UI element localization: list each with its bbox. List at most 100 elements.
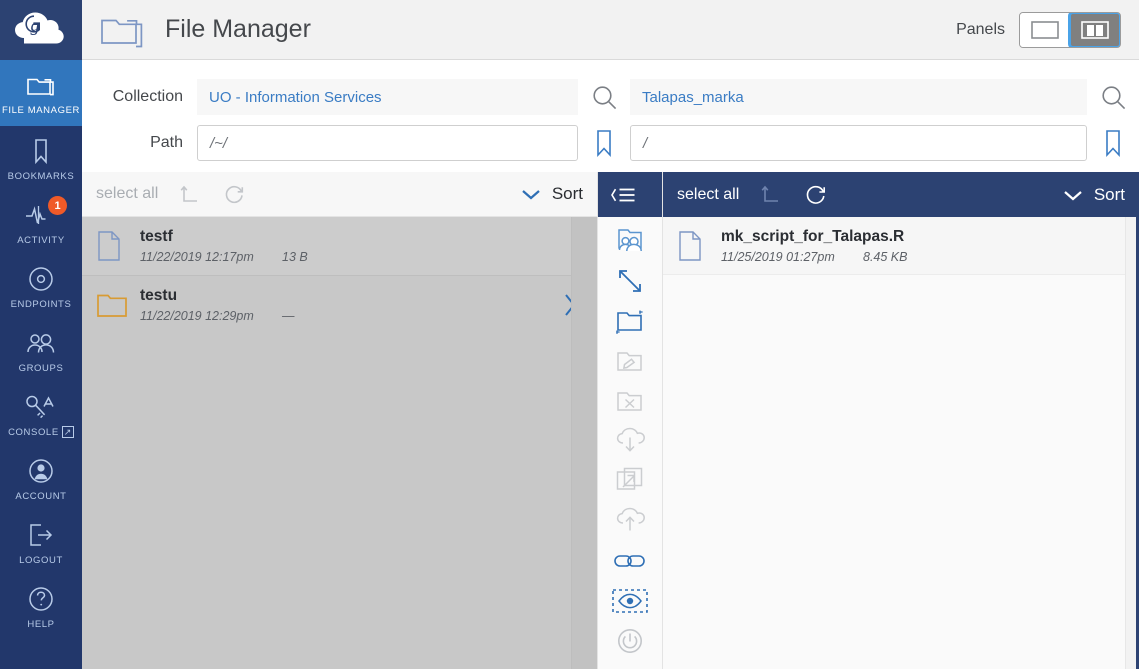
single-panel-icon <box>1031 20 1059 39</box>
left-refresh-icon[interactable] <box>223 183 245 205</box>
right-path-input[interactable]: / <box>630 125 1087 161</box>
path-label: Path <box>150 134 183 151</box>
location-bar: Collection UO - Information Services Pat… <box>82 60 1139 172</box>
brand-logo[interactable]: g <box>0 0 82 60</box>
upload-cloud-icon[interactable] <box>598 501 662 541</box>
activity-badge: 1 <box>48 196 67 215</box>
left-bookmark-icon[interactable] <box>578 128 630 158</box>
left-sort-label: Sort <box>551 184 583 203</box>
table-row[interactable]: testf 11/22/2019 12:17pm 13 B <box>82 217 597 275</box>
file-name: mk_script_for_Talapas.R <box>721 227 905 245</box>
file-name: testf <box>140 228 173 245</box>
link-chain-icon[interactable] <box>598 541 662 581</box>
bookmark-icon <box>30 136 52 166</box>
center-tool-strip <box>597 172 663 669</box>
single-panel-button[interactable] <box>1020 12 1070 47</box>
endpoint-disc-icon <box>27 264 55 294</box>
collection-label: Collection <box>112 88 183 105</box>
console-key-icon <box>24 392 58 422</box>
panel-layout-toggle <box>1019 11 1121 48</box>
file-size: 8.45 KB <box>863 249 908 264</box>
file-icon <box>677 230 721 262</box>
left-location-group: Collection UO - Information Services Pat… <box>82 60 630 172</box>
sidebar-item-activity[interactable]: 1 ACTIVITY <box>0 190 82 254</box>
collapse-list-icon[interactable] <box>598 172 662 217</box>
file-size: 13 B <box>282 250 308 264</box>
chevron-down-icon <box>520 187 542 201</box>
share-folder-icon[interactable] <box>598 221 662 261</box>
panels-label: Panels <box>956 20 1005 38</box>
dual-panel-button[interactable] <box>1068 12 1120 47</box>
chevron-down-icon <box>1062 188 1084 202</box>
right-collection-input[interactable]: Talapas_marka <box>630 79 1087 115</box>
left-collection-row: Collection UO - Information Services <box>97 74 630 120</box>
right-location-group: Talapas_marka / <box>630 60 1139 172</box>
folder-icon <box>96 290 140 320</box>
account-person-icon <box>27 456 55 486</box>
dual-file-panes: select all Sort testf 11/22/2019 12:17pm… <box>82 172 1139 669</box>
right-sort-label: Sort <box>1093 184 1125 204</box>
preview-eye-icon[interactable] <box>598 581 662 621</box>
file-meta: testu 11/22/2019 12:29pm — <box>140 287 559 323</box>
globus-cloud-logo-icon: g <box>15 12 64 44</box>
panels-control: Panels <box>956 11 1121 48</box>
right-search-icon[interactable] <box>1087 84 1139 111</box>
right-up-directory-icon[interactable] <box>761 184 782 205</box>
file-date: 11/22/2019 12:17pm <box>140 250 254 264</box>
page-title: File Manager <box>165 15 311 43</box>
new-folder-icon[interactable] <box>598 301 662 341</box>
sidebar-item-label: ACTIVITY <box>17 235 65 246</box>
rename-folder-icon[interactable] <box>598 341 662 381</box>
file-submeta: 11/25/2019 01:27pm 8.45 KB <box>721 250 1101 264</box>
file-date: 11/25/2019 01:27pm <box>721 249 835 264</box>
left-pane-scrollbar[interactable] <box>571 217 597 669</box>
sidebar-item-groups[interactable]: GROUPS <box>0 318 82 382</box>
table-row[interactable]: mk_script_for_Talapas.R 11/25/2019 01:27… <box>663 217 1139 275</box>
left-up-directory-icon[interactable] <box>180 184 201 205</box>
right-select-all-button[interactable]: select all <box>677 186 739 204</box>
groups-people-icon <box>25 328 57 358</box>
file-meta: testf 11/22/2019 12:17pm 13 B <box>140 228 559 264</box>
sidebar-item-file-manager[interactable]: FILE MANAGER <box>0 60 82 126</box>
right-sort-button[interactable]: Sort <box>1062 185 1125 205</box>
right-file-pane: select all Sort mk_script_for_Talapas.R … <box>663 172 1139 669</box>
right-refresh-icon[interactable] <box>804 183 827 206</box>
sidebar-item-help[interactable]: HELP <box>0 574 82 638</box>
file-submeta: 11/22/2019 12:29pm — <box>140 309 559 323</box>
right-path-row: / <box>630 120 1139 166</box>
file-submeta: 11/22/2019 12:17pm 13 B <box>140 250 559 264</box>
sidebar-item-console[interactable]: CONSOLE ↗ <box>0 382 82 446</box>
sidebar-item-label: CONSOLE ↗ <box>8 426 74 438</box>
right-file-list: mk_script_for_Talapas.R 11/25/2019 01:27… <box>663 217 1139 669</box>
right-bookmark-icon[interactable] <box>1087 128 1139 158</box>
svg-text:g: g <box>31 15 40 35</box>
file-manager-app: g FILE MANAGER BOOKMARKS 1 ACTIVITY ENDP… <box>0 0 1139 669</box>
open-external-icon[interactable] <box>598 461 662 501</box>
delete-folder-icon[interactable] <box>598 381 662 421</box>
left-sort-button[interactable]: Sort <box>520 184 583 204</box>
right-pane-toolbar: select all Sort <box>663 172 1139 217</box>
table-row[interactable]: testu 11/22/2019 12:29pm — <box>82 275 597 333</box>
sidebar-item-bookmarks[interactable]: BOOKMARKS <box>0 126 82 190</box>
sidebar-item-label: GROUPS <box>18 363 64 374</box>
left-select-all-button[interactable]: select all <box>96 185 158 203</box>
file-meta: mk_script_for_Talapas.R 11/25/2019 01:27… <box>721 228 1101 264</box>
app-header: File Manager Panels <box>82 0 1139 60</box>
file-size: — <box>282 308 295 323</box>
help-question-icon <box>27 584 55 614</box>
sidebar-item-endpoints[interactable]: ENDPOINTS <box>0 254 82 318</box>
left-search-icon[interactable] <box>578 84 630 111</box>
transfer-arrows-icon[interactable] <box>598 261 662 301</box>
sidebar-item-label: BOOKMARKS <box>7 171 75 182</box>
power-icon[interactable] <box>598 621 662 661</box>
download-cloud-icon[interactable] <box>598 421 662 461</box>
sidebar-item-label: LOGOUT <box>19 555 63 566</box>
file-name: testu <box>140 286 178 304</box>
left-path-input[interactable]: /~/ <box>197 125 578 161</box>
left-collection-input[interactable]: UO - Information Services <box>197 79 578 115</box>
left-path-row: Path /~/ <box>97 120 630 166</box>
sidebar-item-account[interactable]: ACCOUNT <box>0 446 82 510</box>
left-file-pane: select all Sort testf 11/22/2019 12:17pm… <box>82 172 597 669</box>
sidebar-item-logout[interactable]: LOGOUT <box>0 510 82 574</box>
file-icon <box>96 230 140 262</box>
